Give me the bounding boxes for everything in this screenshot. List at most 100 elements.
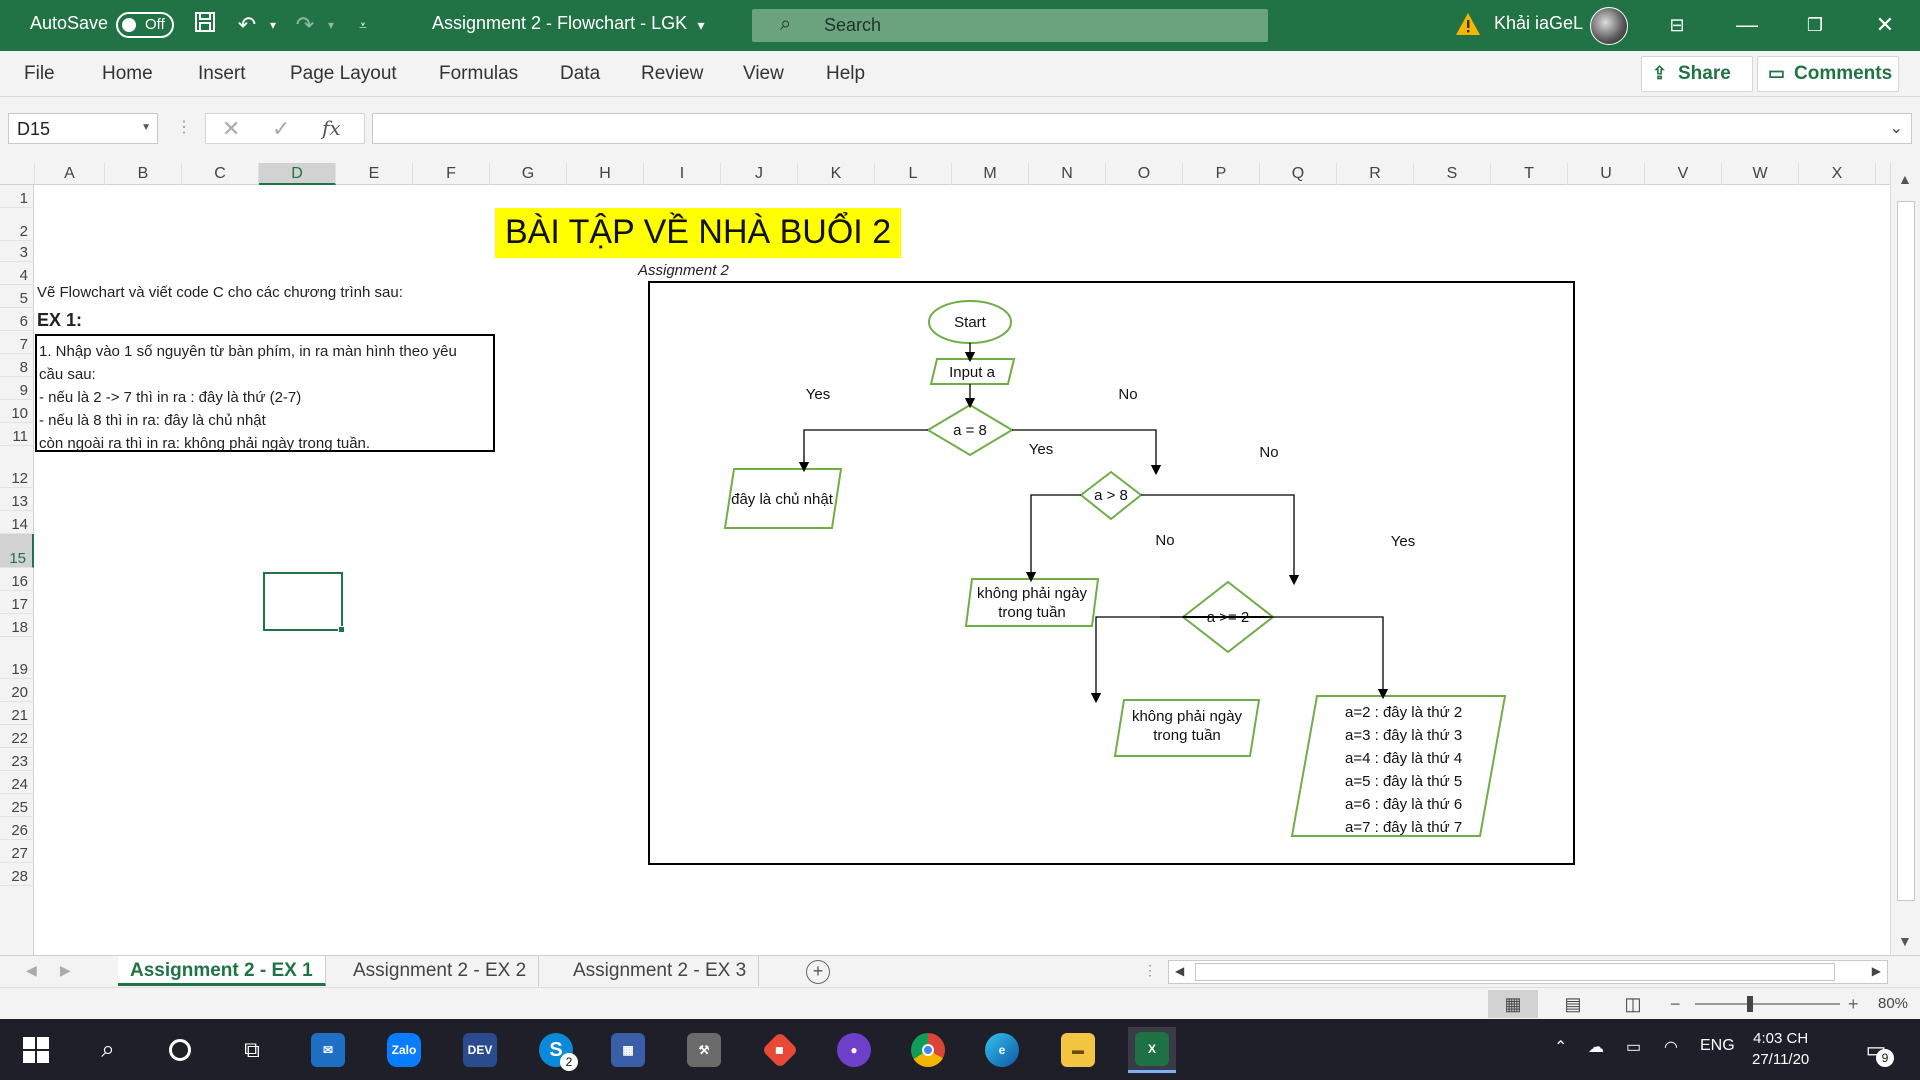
page-break-view-icon[interactable]: ◫ (1608, 990, 1658, 1018)
worksheet[interactable]: BÀI TẬP VỀ NHÀ BUỔI 2 Assignment 2 Vẽ Fl… (35, 185, 1890, 955)
column-header[interactable]: F (413, 163, 490, 185)
share-button[interactable]: ⇪ Share (1641, 56, 1753, 92)
edge-icon[interactable]: e (978, 1027, 1026, 1073)
row-header[interactable]: 22 (0, 725, 34, 748)
tab-data[interactable]: Data (560, 63, 600, 85)
row-header[interactable]: 17 (0, 591, 34, 614)
column-header[interactable]: B (105, 163, 182, 185)
row-header[interactable]: 23 (0, 748, 34, 771)
row-header[interactable]: 15 (0, 534, 34, 568)
column-header[interactable]: A (35, 163, 105, 185)
git-icon[interactable]: ◆ (756, 1027, 804, 1073)
row-header[interactable]: 5 (0, 285, 34, 308)
task-view-icon[interactable]: ⧉ (228, 1027, 276, 1073)
zoom-slider-knob[interactable] (1747, 996, 1753, 1012)
sheet-tab-ex1[interactable]: Assignment 2 - EX 1 (118, 956, 326, 986)
tab-file[interactable]: File (24, 63, 55, 85)
horizontal-scrollbar[interactable]: ◀ ▶ (1168, 960, 1888, 984)
row-header[interactable]: 18 (0, 614, 34, 637)
flowchart-frame[interactable]: Start Input a a = 8 Yes No đây là chủ nh… (648, 281, 1575, 865)
devcpp-icon[interactable]: DEV (456, 1027, 504, 1073)
row-header[interactable]: 26 (0, 817, 34, 840)
zalo-icon[interactable]: Zalo (380, 1027, 428, 1073)
mail-icon[interactable]: ✉ (304, 1027, 352, 1073)
select-all-corner[interactable] (0, 163, 35, 185)
customize-toolbar-icon[interactable]: ⩡ (348, 10, 378, 40)
selected-cell[interactable] (263, 572, 345, 633)
column-header[interactable]: H (567, 163, 644, 185)
notification-icon[interactable]: ▭ 9 (1852, 1027, 1900, 1073)
tab-formulas[interactable]: Formulas (439, 63, 518, 85)
row-header[interactable]: 25 (0, 794, 34, 817)
wifi-icon[interactable]: ◠ (1664, 1037, 1678, 1057)
sheet-tab-ex3[interactable]: Assignment 2 - EX 3 (561, 956, 760, 986)
formula-input[interactable]: ⌄ (372, 113, 1912, 144)
row-header[interactable]: 16 (0, 568, 34, 591)
vertical-scrollbar[interactable]: ▲ ▼ (1890, 163, 1920, 955)
column-header[interactable]: R (1337, 163, 1414, 185)
scroll-left-icon[interactable]: ◀ (1175, 964, 1184, 978)
battery-icon[interactable]: ▭ (1626, 1037, 1641, 1057)
calculator-icon[interactable]: ▦ (604, 1027, 652, 1073)
close-icon[interactable]: ✕ (1870, 10, 1900, 40)
enter-icon[interactable]: ✓ (272, 116, 290, 142)
tab-review[interactable]: Review (641, 63, 703, 85)
row-header[interactable]: 9 (0, 377, 34, 400)
restore-icon[interactable]: ❐ (1800, 10, 1830, 40)
file-explorer-icon[interactable]: ▬ (1054, 1027, 1102, 1073)
chrome-icon[interactable] (904, 1027, 952, 1073)
redo-dropdown-icon[interactable]: ▾ (316, 10, 346, 40)
column-header[interactable]: S (1414, 163, 1491, 185)
row-header[interactable]: 24 (0, 771, 34, 794)
row-header[interactable]: 21 (0, 702, 34, 725)
row-header[interactable]: 4 (0, 262, 34, 285)
tab-insert[interactable]: Insert (198, 63, 246, 85)
language-indicator[interactable]: ENG (1700, 1037, 1735, 1055)
sheet-tab-ex2[interactable]: Assignment 2 - EX 2 (341, 956, 540, 986)
tab-splitter-icon[interactable]: ⋮ (1143, 962, 1157, 979)
row-header[interactable]: 1 (0, 185, 34, 208)
search-box[interactable]: ⌕ Search (752, 9, 1268, 42)
github-icon[interactable]: ● (830, 1027, 878, 1073)
show-hidden-icons-icon[interactable]: ⌃ (1554, 1037, 1567, 1057)
column-header[interactable]: I (644, 163, 721, 185)
fill-handle[interactable] (338, 626, 345, 633)
row-header[interactable]: 3 (0, 241, 34, 262)
column-header[interactable]: M (952, 163, 1029, 185)
tab-view[interactable]: View (743, 63, 784, 85)
row-header[interactable]: 8 (0, 354, 34, 377)
ribbon-display-icon[interactable]: ⊟ (1662, 10, 1692, 40)
column-header[interactable]: V (1645, 163, 1722, 185)
autosave-toggle[interactable]: Off (116, 12, 174, 38)
page-layout-view-icon[interactable]: ▤ (1548, 990, 1598, 1018)
undo-dropdown-icon[interactable]: ▾ (258, 10, 288, 40)
clock[interactable]: 4:03 CH 27/11/20 (1752, 1028, 1809, 1070)
scroll-right-icon[interactable]: ▶ (1872, 964, 1881, 978)
row-header[interactable]: 14 (0, 511, 34, 534)
column-header[interactable]: W (1722, 163, 1799, 185)
row-header[interactable]: 19 (0, 637, 34, 679)
excel-icon[interactable]: X (1128, 1027, 1176, 1073)
column-header[interactable]: N (1029, 163, 1106, 185)
name-box-dropdown-icon[interactable]: ▼ (141, 122, 151, 133)
title-dropdown-icon[interactable]: ▾ (686, 10, 716, 40)
cancel-icon[interactable]: ✕ (222, 116, 240, 142)
column-header[interactable]: O (1106, 163, 1183, 185)
save-icon[interactable] (190, 10, 220, 40)
scroll-thumb[interactable] (1897, 201, 1915, 901)
zoom-in-icon[interactable]: + (1848, 994, 1859, 1015)
drag-handle-icon[interactable]: ⋮ (176, 117, 192, 137)
column-header[interactable]: L (875, 163, 952, 185)
search-icon[interactable]: ⌕ (84, 1027, 132, 1073)
row-header[interactable]: 27 (0, 840, 34, 863)
column-header[interactable]: X (1799, 163, 1876, 185)
document-title[interactable]: Assignment 2 - Flowchart - LGK (432, 13, 687, 34)
next-sheet-icon[interactable]: ▶ (60, 962, 71, 979)
zoom-out-icon[interactable]: − (1670, 994, 1681, 1015)
cortana-icon[interactable] (156, 1027, 204, 1073)
column-header[interactable]: G (490, 163, 567, 185)
zoom-level[interactable]: 80% (1878, 995, 1908, 1012)
scroll-up-icon[interactable]: ▲ (1898, 171, 1912, 187)
column-header[interactable]: T (1491, 163, 1568, 185)
row-header[interactable]: 6 (0, 308, 34, 331)
